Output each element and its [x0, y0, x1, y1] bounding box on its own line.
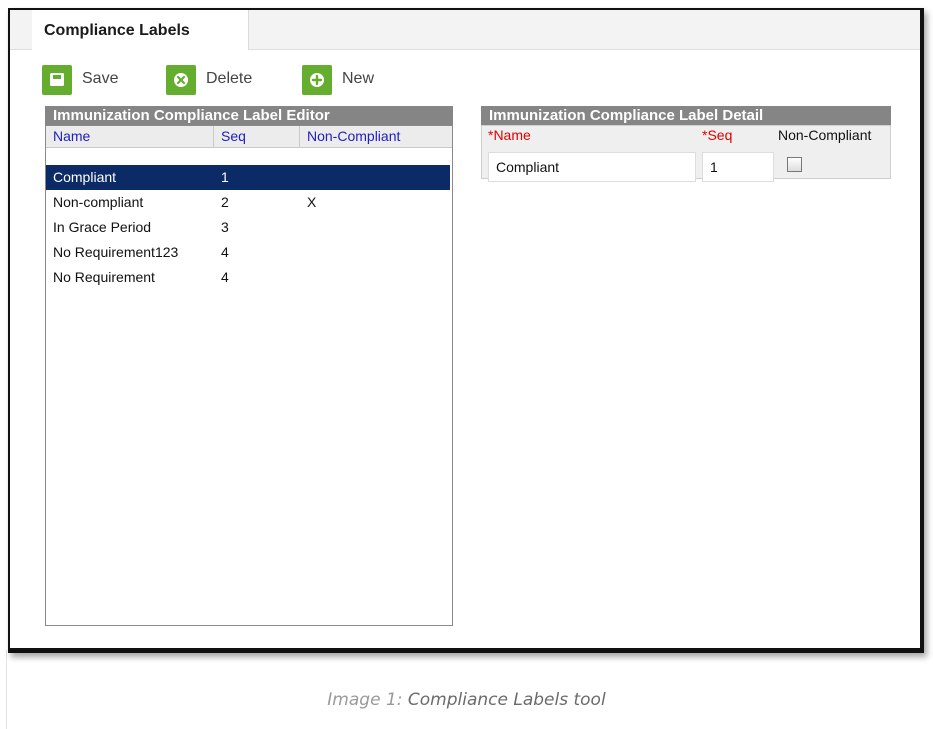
detail-panel-title: Immunization Compliance Label Detail: [481, 106, 891, 125]
editor-list: Name Seq Non-Compliant Compliant 1 Non-c…: [45, 125, 453, 626]
label-editor-panel: Immunization Compliance Label Editor Nam…: [45, 106, 453, 626]
tab-bar: Compliance Labels: [10, 10, 920, 50]
detail-form: *Name *Seq Non-Compliant Compliant 1: [481, 125, 891, 182]
add-icon: [302, 65, 332, 95]
table-row[interactable]: No Requirement123 4: [46, 240, 450, 265]
row-seq: 4: [221, 269, 229, 285]
column-header-noncompliant[interactable]: Non-Compliant: [300, 126, 420, 147]
save-button[interactable]: Save: [42, 65, 142, 95]
column-header-seq[interactable]: Seq: [214, 126, 300, 147]
image-caption: Image 1: Compliance Labels tool: [0, 690, 933, 710]
table-row[interactable]: No Requirement 4: [46, 265, 450, 290]
name-field[interactable]: Compliant: [488, 152, 696, 182]
table-row[interactable]: Compliant 1: [46, 165, 450, 190]
seq-field-label: *Seq: [702, 127, 733, 143]
row-name: In Grace Period: [53, 219, 152, 235]
table-row[interactable]: Non-compliant 2 X: [46, 190, 450, 215]
caption-text: Compliance Labels tool: [407, 690, 606, 710]
noncompliant-checkbox[interactable]: [787, 157, 802, 172]
screenshot-frame: Compliance Labels Save Delete New Immuni…: [8, 8, 924, 653]
delete-label: Delete: [206, 70, 253, 87]
table-row[interactable]: In Grace Period 3: [46, 215, 450, 240]
save-icon: [42, 65, 72, 95]
action-toolbar: Save Delete New: [42, 65, 542, 95]
new-button[interactable]: New: [302, 65, 402, 95]
label-detail-panel: Immunization Compliance Label Detail *Na…: [481, 106, 891, 192]
noncompliant-field-label: Non-Compliant: [778, 127, 872, 143]
column-header-name[interactable]: Name: [46, 126, 214, 147]
row-seq: 3: [221, 219, 229, 235]
caption-prefix: Image 1:: [327, 690, 408, 710]
row-seq: 1: [221, 169, 229, 185]
editor-column-header: Name Seq Non-Compliant: [46, 126, 452, 148]
row-seq: 4: [221, 244, 229, 260]
name-field-label: *Name: [488, 127, 531, 143]
delete-button[interactable]: Delete: [166, 65, 276, 95]
row-name: No Requirement123: [53, 244, 179, 260]
row-noncompliant: X: [307, 194, 317, 210]
tab-title: Compliance Labels: [44, 22, 190, 39]
row-name: Compliant: [53, 169, 117, 185]
new-label: New: [342, 70, 375, 87]
row-name: Non-compliant: [53, 194, 144, 210]
row-name: No Requirement: [53, 269, 155, 285]
save-label: Save: [82, 70, 119, 87]
tab-compliance-labels[interactable]: Compliance Labels: [32, 10, 249, 50]
editor-panel-title: Immunization Compliance Label Editor: [45, 106, 453, 125]
seq-field[interactable]: 1: [702, 152, 774, 182]
row-seq: 2: [221, 194, 229, 210]
delete-icon: [166, 65, 196, 95]
